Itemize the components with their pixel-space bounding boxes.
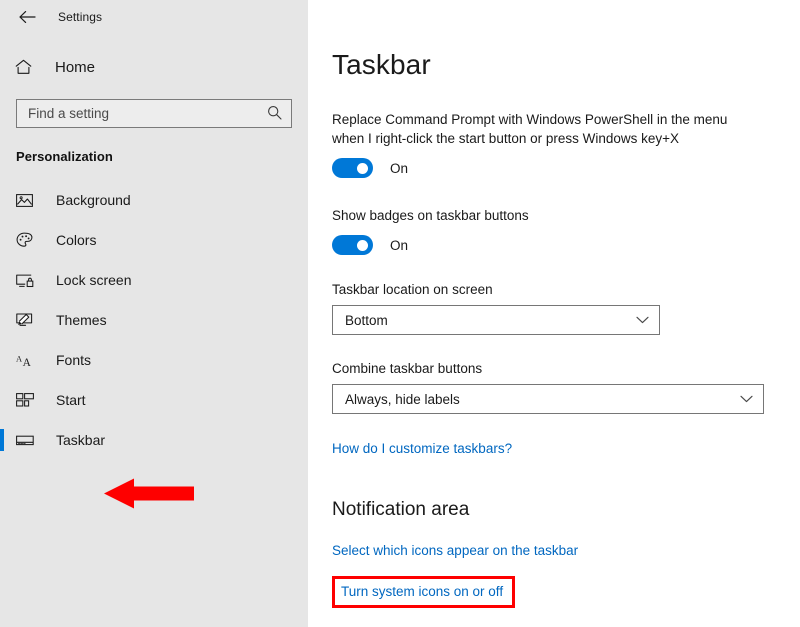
customize-taskbars-link[interactable]: How do I customize taskbars? [332, 441, 512, 456]
settings-window: Settings Home Personalization [0, 0, 800, 627]
badges-toggle[interactable] [332, 235, 373, 255]
powershell-toggle-state: On [390, 160, 409, 176]
svg-text:A: A [23, 357, 32, 368]
chevron-down-icon [636, 316, 649, 324]
combine-buttons-dropdown[interactable]: Always, hide labels [332, 384, 764, 414]
sidebar-item-taskbar[interactable]: Taskbar [0, 420, 308, 460]
chevron-down-icon [740, 395, 753, 403]
search-icon[interactable] [267, 105, 282, 125]
sidebar-item-fonts[interactable]: A A Fonts [0, 340, 308, 380]
sidebar-item-background[interactable]: Background [0, 180, 308, 220]
system-icons-highlight-box: Turn system icons on or off [332, 576, 516, 608]
notification-area-heading: Notification area [332, 499, 470, 520]
badges-toggle-state: On [390, 237, 409, 253]
combine-buttons-value: Always, hide labels [345, 391, 460, 407]
taskbar-location-label: Taskbar location on screen [332, 282, 493, 297]
sidebar-item-label: Lock screen [56, 272, 132, 288]
powershell-toggle[interactable] [332, 158, 373, 178]
start-tiles-icon [16, 390, 38, 410]
page-title: Taskbar [332, 49, 431, 80]
sidebar-item-colors[interactable]: Colors [0, 220, 308, 260]
sidebar-home-label: Home [55, 58, 96, 76]
taskbar-location-value: Bottom [345, 312, 388, 328]
palette-icon [16, 230, 38, 250]
sidebar-item-label: Colors [56, 232, 97, 248]
badges-toggle-row: On [332, 234, 800, 256]
window-title: Settings [58, 10, 103, 24]
sidebar-item-label: Taskbar [56, 432, 106, 448]
combine-buttons-label: Combine taskbar buttons [332, 361, 483, 376]
toggle-knob [357, 162, 368, 174]
select-icons-link[interactable]: Select which icons appear on the taskbar [332, 543, 578, 558]
search-input[interactable] [17, 100, 264, 127]
sidebar-item-start[interactable]: Start [0, 380, 308, 420]
lock-screen-icon [16, 270, 38, 290]
fonts-aa-icon: A A [16, 350, 38, 370]
sidebar-item-lock-screen[interactable]: Lock screen [0, 260, 308, 300]
sidebar-item-label: Themes [56, 312, 107, 328]
search-box[interactable] [16, 99, 292, 128]
content-panel: Taskbar Replace Command Prompt with Wind… [308, 0, 800, 627]
selection-indicator [0, 429, 4, 451]
sidebar-item-label: Fonts [56, 352, 92, 368]
themes-brush-icon [16, 310, 38, 330]
svg-text:A: A [16, 354, 22, 363]
sidebar: Settings Home Personalization [0, 0, 308, 627]
select-icons-link-row: Select which icons appear on the taskbar [332, 542, 800, 560]
toggle-knob [357, 239, 368, 251]
sidebar-item-label: Start [56, 392, 86, 408]
taskbar-location-dropdown[interactable]: Bottom [332, 305, 660, 335]
sidebar-item-home[interactable]: Home [0, 53, 308, 81]
powershell-setting-description: Replace Command Prompt with Windows Powe… [332, 112, 728, 146]
help-link-row: How do I customize taskbars? [332, 440, 800, 458]
powershell-toggle-row: On [332, 157, 800, 179]
sidebar-item-label: Background [56, 192, 131, 208]
sidebar-nav-list: Background Colors Lock screen Themes A A… [0, 180, 308, 460]
badges-setting-description: Show badges on taskbar buttons [332, 208, 529, 223]
sidebar-item-themes[interactable]: Themes [0, 300, 308, 340]
taskbar-bar-icon [16, 430, 38, 450]
home-icon [15, 57, 37, 77]
annotation-arrow-icon [104, 478, 194, 509]
sidebar-section-label: Personalization [16, 149, 113, 164]
back-arrow-icon[interactable] [14, 4, 40, 30]
image-icon [16, 190, 38, 210]
window-titlebar: Settings [0, 0, 308, 34]
turn-system-icons-link[interactable]: Turn system icons on or off [341, 584, 503, 599]
